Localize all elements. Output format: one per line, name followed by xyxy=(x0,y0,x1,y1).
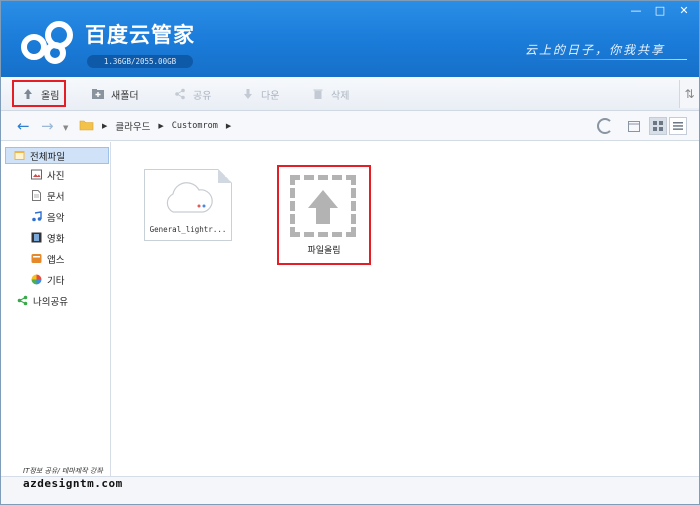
sidebar-item-label: 전체파일 xyxy=(30,151,65,163)
upload-tile-label: 파일올림 xyxy=(307,246,341,256)
forward-arrow-icon[interactable]: → xyxy=(41,118,54,134)
upload-highlight-box xyxy=(12,80,66,107)
other-icon xyxy=(31,274,42,285)
upload-file-tile[interactable]: 파일올림 xyxy=(277,165,371,265)
new-folder-label: 새폴더 xyxy=(111,90,139,102)
sidebar-item-all-files[interactable]: 전체파일 xyxy=(5,147,109,164)
sidebar-item-other[interactable]: 기타 xyxy=(31,271,64,288)
sidebar-item-label: 나의공유 xyxy=(33,296,68,308)
sort-toggle-icon[interactable]: ⇅ xyxy=(679,80,699,108)
app-title: 百度云管家 xyxy=(85,23,195,47)
list-view-icon[interactable] xyxy=(669,117,687,135)
sidebar: 전체파일 사진 문서 음악 영화 앱스 기타 나의공유 xyxy=(1,142,111,476)
download-button[interactable]: 다운 xyxy=(241,82,279,106)
sidebar-item-my-share[interactable]: 나의공유 xyxy=(17,292,68,309)
sidebar-item-label: 사진 xyxy=(47,170,65,182)
new-folder-icon xyxy=(91,87,105,101)
delete-label: 삭제 xyxy=(331,90,350,102)
new-folder-button[interactable]: 새폴더 xyxy=(91,82,139,106)
download-icon xyxy=(241,87,255,101)
breadcrumb-separator: ▶ xyxy=(102,122,108,130)
all-files-icon xyxy=(14,150,25,161)
document-icon xyxy=(31,190,42,201)
breadcrumb-separator: ▶ xyxy=(158,122,164,130)
slogan-underline xyxy=(537,59,687,60)
music-icon xyxy=(31,211,42,222)
slogan: 云上的日子，你我共享 xyxy=(525,43,666,57)
sidebar-item-label: 기타 xyxy=(47,275,65,287)
breadcrumb: ▶ 클라우드 ▶ Customrom ▶ xyxy=(79,116,619,136)
sidebar-item-apps[interactable]: 앱스 xyxy=(31,250,64,267)
file-fold xyxy=(218,169,232,183)
sidebar-item-label: 문서 xyxy=(47,191,65,203)
minimize-icon[interactable]: — xyxy=(629,5,643,17)
cloud-file-icon xyxy=(166,182,213,213)
breadcrumb-separator: ▶ xyxy=(225,122,232,130)
watermark-caption: IT정보 공유/ 테마제작 강좌 xyxy=(23,467,103,475)
file-item[interactable]: General_lightr... xyxy=(144,169,232,241)
app-window: 百度云管家 1.36GB/2055.00GB 云上的日子，你我共享 — □ ✕ … xyxy=(0,0,700,505)
sidebar-item-photo[interactable]: 사진 xyxy=(31,166,64,183)
refresh-icon[interactable] xyxy=(597,118,613,134)
toolbar: 올림 새폴더 공유 다운 삭제 ⇅ xyxy=(1,77,699,111)
address-bar: ← → ▼ ▶ 클라우드 ▶ Customrom ▶ xyxy=(1,111,699,141)
folder-icon xyxy=(79,119,94,134)
share-button[interactable]: 공유 xyxy=(173,82,211,106)
sidebar-item-label: 앱스 xyxy=(47,254,65,266)
sidebar-item-music[interactable]: 음악 xyxy=(31,208,64,225)
upload-arrow-icon xyxy=(308,190,338,224)
sidebar-item-label: 음악 xyxy=(47,212,65,224)
download-label: 다운 xyxy=(261,90,280,102)
window-controls: — □ ✕ xyxy=(629,5,691,17)
baidu-cloud-logo xyxy=(21,21,73,64)
sidebar-item-label: 영화 xyxy=(47,233,65,245)
video-icon xyxy=(31,232,42,243)
breadcrumb-customrom[interactable]: Customrom xyxy=(172,121,218,131)
my-share-icon xyxy=(17,295,28,306)
breadcrumb-cloud[interactable]: 클라우드 xyxy=(115,119,150,133)
back-arrow-icon[interactable]: ← xyxy=(17,118,30,134)
storage-quota: 1.36GB/2055.00GB xyxy=(87,55,193,68)
grid-view-icon[interactable] xyxy=(649,117,667,135)
close-icon[interactable]: ✕ xyxy=(677,5,691,17)
sidebar-item-document[interactable]: 문서 xyxy=(31,187,64,204)
delete-button[interactable]: 삭제 xyxy=(311,82,349,106)
restore-icon[interactable]: □ xyxy=(653,5,667,17)
file-name: General_lightr... xyxy=(149,225,227,234)
sidebar-item-video[interactable]: 영화 xyxy=(31,229,64,246)
watermark-site: azdesigntm.com xyxy=(23,477,123,490)
file-area: General_lightr... xyxy=(112,142,699,476)
share-label: 공유 xyxy=(193,90,212,102)
history-dropdown-icon[interactable]: ▼ xyxy=(63,120,68,136)
apps-icon xyxy=(31,253,42,264)
header-bar: 百度云管家 1.36GB/2055.00GB 云上的日子，你我共享 — □ ✕ xyxy=(1,1,699,77)
preview-pane-icon[interactable] xyxy=(625,117,643,135)
trash-icon xyxy=(311,87,325,101)
share-icon xyxy=(173,87,187,101)
photo-icon xyxy=(31,169,42,180)
